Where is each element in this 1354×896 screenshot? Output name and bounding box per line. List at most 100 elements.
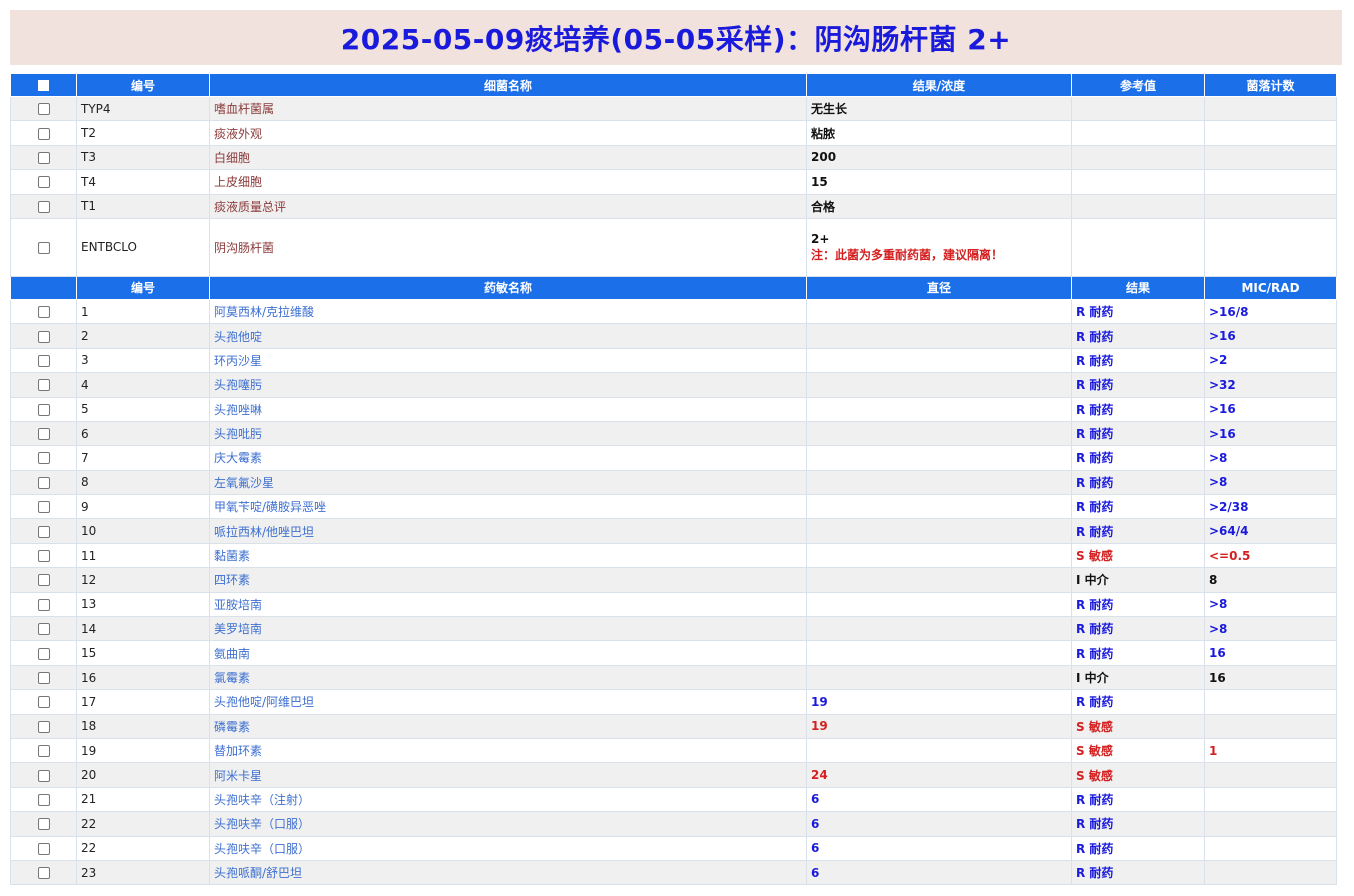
col-header-ref: 参考值	[1071, 73, 1205, 97]
row-checkbox-cell[interactable]	[10, 298, 77, 325]
row-checkbox[interactable]	[37, 151, 50, 164]
row-checkbox-cell[interactable]	[10, 640, 77, 666]
row-checkbox[interactable]	[37, 354, 50, 367]
row-checkbox[interactable]	[37, 598, 50, 611]
row-checkbox-cell[interactable]	[10, 786, 77, 813]
col-header-result: 结果/浓度	[806, 73, 1072, 97]
row-checkbox[interactable]	[37, 428, 50, 441]
drug-diameter	[806, 420, 1072, 447]
row-checkbox[interactable]	[37, 647, 50, 660]
bacteria-count	[1204, 144, 1337, 171]
drug-mic: >8	[1204, 445, 1337, 471]
row-checkbox[interactable]	[37, 550, 50, 563]
row-checkbox-cell[interactable]	[10, 567, 77, 593]
row-checkbox-cell[interactable]	[10, 542, 77, 569]
row-checkbox[interactable]	[37, 525, 50, 538]
drug-name: 头孢他啶	[209, 323, 807, 349]
row-checkbox-cell[interactable]	[10, 217, 77, 277]
row-checkbox-cell[interactable]	[10, 518, 77, 544]
row-checkbox-cell[interactable]	[10, 420, 77, 447]
row-checkbox-cell[interactable]	[10, 144, 77, 171]
row-checkbox[interactable]	[37, 672, 50, 684]
bacteria-ref	[1071, 193, 1205, 219]
report-title: 2025-05-09痰培养(05-05采样)：阴沟肠杆菌 2+	[340, 22, 1012, 56]
row-checkbox[interactable]	[37, 379, 50, 392]
row-checkbox-cell[interactable]	[10, 689, 77, 715]
drug-code: 3	[76, 347, 210, 374]
drug-result: R 耐药	[1071, 372, 1205, 398]
row-checkbox-cell[interactable]	[10, 713, 77, 739]
drug-diameter	[806, 494, 1072, 520]
row-checkbox[interactable]	[37, 818, 50, 831]
bacteria-ref	[1071, 120, 1205, 146]
drug-result: R 耐药	[1071, 859, 1205, 886]
row-checkbox-cell[interactable]	[10, 95, 77, 122]
row-checkbox[interactable]	[37, 306, 50, 319]
row-checkbox[interactable]	[37, 241, 50, 254]
drug-row: 3 环丙沙星 R 耐药 >2	[10, 347, 1337, 374]
row-checkbox-cell[interactable]	[10, 664, 77, 691]
drug-result: R 耐药	[1071, 420, 1205, 447]
report-title-bar: 2025-05-09痰培养(05-05采样)：阴沟肠杆菌 2+	[10, 10, 1342, 65]
row-checkbox[interactable]	[37, 403, 50, 416]
row-checkbox-cell[interactable]	[10, 616, 77, 642]
row-checkbox[interactable]	[37, 103, 50, 116]
bacteria-header-row: 编号 细菌名称 结果/浓度 参考值 菌落计数	[10, 73, 1337, 97]
bacteria-result-value: 无生长	[811, 102, 848, 117]
select-all-cell[interactable]	[10, 73, 77, 97]
row-checkbox[interactable]	[37, 842, 50, 855]
row-checkbox-cell[interactable]	[10, 737, 77, 764]
drug-result: R 耐药	[1071, 591, 1205, 618]
bacteria-count	[1204, 217, 1337, 277]
row-checkbox[interactable]	[37, 574, 50, 587]
row-checkbox-cell[interactable]	[10, 445, 77, 471]
row-checkbox[interactable]	[37, 769, 50, 782]
row-checkbox[interactable]	[37, 501, 50, 514]
row-checkbox-cell[interactable]	[10, 169, 77, 195]
row-checkbox[interactable]	[37, 176, 50, 189]
drug-mic: >16	[1204, 396, 1337, 422]
row-checkbox[interactable]	[37, 330, 50, 343]
row-checkbox-cell[interactable]	[10, 469, 77, 496]
row-checkbox[interactable]	[37, 452, 50, 465]
row-checkbox-cell[interactable]	[10, 591, 77, 618]
row-checkbox-cell[interactable]	[10, 372, 77, 398]
row-checkbox-cell[interactable]	[10, 323, 77, 349]
bacteria-name: 阴沟肠杆菌	[209, 217, 807, 277]
bacteria-ref	[1071, 95, 1205, 122]
row-checkbox-cell[interactable]	[10, 859, 77, 886]
drug-mic: >8	[1204, 616, 1337, 642]
row-checkbox[interactable]	[37, 867, 50, 880]
row-checkbox-cell[interactable]	[10, 762, 77, 788]
drug-mic	[1204, 762, 1337, 788]
drug-row: 6 头孢吡肟 R 耐药 >16	[10, 420, 1337, 447]
bacteria-row: T2 痰液外观 粘脓	[10, 120, 1337, 146]
row-checkbox[interactable]	[37, 720, 50, 733]
select-all-checkbox[interactable]	[38, 80, 49, 91]
mdr-warning-note: 注：此菌为多重耐药菌，建议隔离！	[811, 247, 1004, 262]
row-checkbox-cell[interactable]	[10, 193, 77, 219]
drug-code: 17	[76, 689, 210, 715]
row-checkbox-cell[interactable]	[10, 835, 77, 861]
bacteria-name: 白细胞	[209, 144, 807, 171]
drug-result: R 耐药	[1071, 347, 1205, 374]
drug-code: 10	[76, 518, 210, 544]
row-checkbox[interactable]	[37, 200, 50, 213]
drug-name: 环丙沙星	[209, 347, 807, 374]
row-checkbox[interactable]	[37, 476, 50, 489]
row-checkbox[interactable]	[37, 623, 50, 636]
row-checkbox-cell[interactable]	[10, 811, 77, 837]
row-checkbox[interactable]	[37, 696, 50, 709]
row-checkbox[interactable]	[37, 793, 50, 806]
row-checkbox-cell[interactable]	[10, 494, 77, 520]
row-checkbox-cell[interactable]	[10, 396, 77, 422]
drug-code: 18	[76, 713, 210, 739]
row-checkbox-cell[interactable]	[10, 120, 77, 146]
drug-result: I 中介	[1071, 567, 1205, 593]
bacteria-result: 无生长	[806, 95, 1072, 122]
bacteria-result-value: 粘脓	[811, 126, 836, 141]
row-checkbox[interactable]	[37, 745, 50, 758]
row-checkbox[interactable]	[37, 127, 50, 140]
drug-result: I 中介	[1071, 664, 1205, 691]
row-checkbox-cell[interactable]	[10, 347, 77, 374]
